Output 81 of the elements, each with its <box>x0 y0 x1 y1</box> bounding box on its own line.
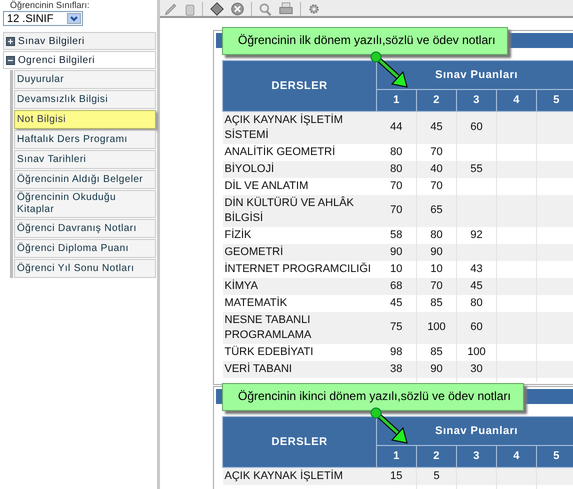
score-cell: 44 <box>376 111 416 144</box>
score-cell: 55 <box>456 160 496 178</box>
score-cell: 65 <box>416 194 456 227</box>
course-cell: KİMYA <box>222 278 376 295</box>
course-cell: DİL VE ANLATIM <box>222 178 376 195</box>
column-group-header: Sınav Puanları <box>376 60 573 90</box>
menu-item[interactable]: Not Bilgisi <box>14 110 156 129</box>
course-cell: AÇIK KAYNAK İŞLETİM SİSTEMİ <box>222 111 376 144</box>
close-icon[interactable] <box>229 2 246 16</box>
class-dropdown[interactable]: 12 .SINIF <box>3 11 83 26</box>
course-cell: DİN KÜLTÜRÜ VE AHLÂK BİLGİSİ <box>222 194 376 227</box>
score-cell: 15 <box>376 467 416 485</box>
menu-item[interactable]: Sınav Tarihleri <box>14 150 156 169</box>
course-cell: BİYOLOJİ <box>222 160 376 178</box>
course-cell: GEOMETRİ <box>222 244 376 261</box>
score-cell: 80 <box>376 160 416 178</box>
bin-icon[interactable] <box>183 2 197 16</box>
column-header: 4 <box>496 89 536 112</box>
course-cell: İNTERNET PROGRAMCILIĞI <box>222 260 376 278</box>
score-cell: 60 <box>456 312 496 344</box>
column-header: 3 <box>456 89 496 112</box>
score-cell: 70 <box>416 278 456 295</box>
class-label: Öğrencinin Sınıfları: <box>10 0 91 10</box>
score-cell: 40 <box>416 160 456 178</box>
column-header: 5 <box>536 89 573 112</box>
course-cell: MATEMATİK <box>222 294 376 312</box>
column-group-header: Sınav Puanları <box>376 416 573 446</box>
score-cell: 10 <box>376 260 416 278</box>
menu-item[interactable]: Öğrenci Davranış Notları <box>14 219 156 238</box>
menu-item[interactable]: Öğrenci Diploma Puanı <box>14 239 156 258</box>
score-cell: 80 <box>376 144 416 161</box>
score-cell: 90 <box>416 360 456 378</box>
pointer-arrow <box>370 407 408 444</box>
score-cell: 5 <box>416 467 456 485</box>
diamond-icon[interactable] <box>208 2 226 16</box>
menu-item[interactable]: Öğrencinin Aldığı Belgeler <box>14 170 156 189</box>
score-cell: 100 <box>416 312 456 344</box>
plus-box-icon <box>6 36 15 46</box>
menu-item[interactable]: Öğrencinin Okuduğu Kitaplar <box>14 190 156 218</box>
course-cell: VERİ TABANI <box>222 360 376 378</box>
column-header: 1 <box>376 89 416 112</box>
column-header: 4 <box>496 445 536 468</box>
menu-item[interactable]: Duyurular <box>14 70 156 89</box>
score-cell: 90 <box>376 244 416 261</box>
menu-item[interactable]: Öğrenci Yıl Sonu Notları <box>14 259 156 278</box>
score-cell: 58 <box>376 226 416 244</box>
course-cell: NESNE TABANLI PROGRAMLAMA <box>222 312 376 344</box>
score-cell: 68 <box>376 278 416 295</box>
column-header: 2 <box>416 89 456 112</box>
printer-icon[interactable] <box>277 2 295 16</box>
column-header: DERSLER <box>222 60 376 112</box>
score-cell: 70 <box>376 178 416 195</box>
column-header: 2 <box>416 445 456 468</box>
callout-note: Öğrencinin ilk dönem yazılı,sözlü ve ödev notları <box>222 26 508 55</box>
chevron-icon <box>67 13 81 24</box>
score-cell: 98 <box>376 344 416 361</box>
score-cell: 60 <box>456 111 496 144</box>
score-cell: 30 <box>456 360 496 378</box>
column-header: 3 <box>456 445 496 468</box>
score-cell: 70 <box>376 194 416 227</box>
search-icon[interactable] <box>257 2 274 16</box>
menu-item[interactable]: Haftalık Ders Programı <box>14 130 156 149</box>
score-cell: 75 <box>376 312 416 344</box>
score-cell: 45 <box>416 111 456 144</box>
score-cell: 38 <box>376 360 416 378</box>
callout-note: Öğrencinin ikinci dönem yazılı,sözlü ve ödev notları <box>222 382 524 411</box>
column-header: 1 <box>376 445 416 468</box>
score-cell: 45 <box>376 294 416 312</box>
course-cell: TÜRK EDEBİYATI <box>222 344 376 361</box>
score-cell: 90 <box>416 244 456 261</box>
minus-box-icon <box>6 56 15 64</box>
score-cell: 45 <box>456 278 496 295</box>
course-cell: ANALİTİK GEOMETRİ <box>222 144 376 161</box>
column-header: DERSLER <box>222 416 376 468</box>
menu-item[interactable]: Devamsızlık Bilgisi <box>14 90 156 109</box>
course-cell: FİZİK <box>222 226 376 244</box>
menu-section[interactable]: Ogrenci Bilgileri <box>3 51 156 69</box>
pointer-arrow <box>370 51 408 88</box>
menu-section[interactable]: Sınav Bilgileri <box>3 32 156 50</box>
column-header: 5 <box>536 445 573 468</box>
course-cell: AÇIK KAYNAK İŞLETİM <box>222 467 376 485</box>
